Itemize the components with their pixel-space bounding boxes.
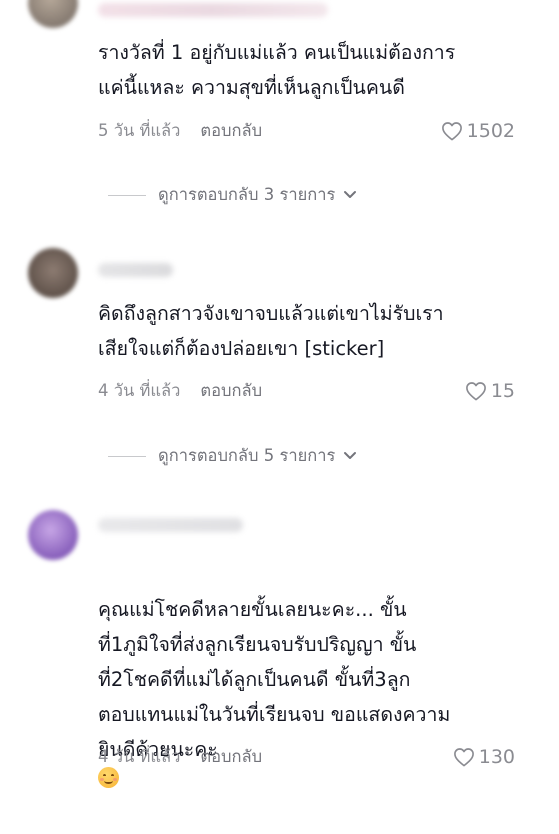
view-replies-label: ดูการตอบกลับ 3 รายการ <box>158 185 336 204</box>
avatar[interactable] <box>28 510 78 560</box>
comment-time: 5 วัน ที่แล้ว <box>98 121 181 140</box>
chevron-down-icon <box>344 191 357 198</box>
comment-text: รางวัลที่ 1 อยู่กับแม่แล้ว คนเป็นแม่ต้อง… <box>98 41 456 99</box>
view-replies-button[interactable]: ดูการตอบกลับ 5 รายการ <box>108 443 357 469</box>
like-button[interactable]: 1502 <box>441 117 515 145</box>
like-count: 15 <box>490 380 515 402</box>
username[interactable] <box>98 518 243 532</box>
heart-outline-icon <box>441 122 462 141</box>
view-replies-button[interactable]: ดูการตอบกลับ 3 รายการ <box>108 182 357 208</box>
comment-text: คิดถึงลูกสาวจังเขาจบแล้วแต่เขาไม่รับเรา … <box>98 302 444 360</box>
comment-meta: 5 วัน ที่แล้ว ตอบกลับ <box>98 117 262 145</box>
view-replies-label: ดูการตอบกลับ 5 รายการ <box>158 446 336 465</box>
comment-meta: 4 วัน ที่แล้ว ตอบกลับ <box>98 377 262 405</box>
reply-button[interactable]: ตอบกลับ <box>200 118 262 144</box>
reply-button[interactable]: ตอบกลับ <box>200 744 262 770</box>
divider-line <box>108 194 146 196</box>
comment-time: 4 วัน ที่แล้ว <box>98 747 181 766</box>
avatar[interactable] <box>28 0 78 28</box>
comment-text-body: คุณแม่โชคดีหลายขั้นเลยนะคะ... ขั้น ที่1ภ… <box>98 598 451 761</box>
like-button[interactable]: 15 <box>465 377 515 405</box>
like-button[interactable]: 130 <box>453 743 515 771</box>
heart-outline-icon <box>453 748 474 767</box>
like-count: 130 <box>478 746 515 768</box>
comment-text: คุณแม่โชคดีหลายขั้นเลยนะคะ... ขั้น ที่1ภ… <box>98 557 528 834</box>
comment-time: 4 วัน ที่แล้ว <box>98 381 181 400</box>
like-count: 1502 <box>466 120 515 142</box>
reply-button[interactable]: ตอบกลับ <box>200 378 262 404</box>
divider-line <box>108 455 146 457</box>
avatar[interactable] <box>28 248 78 298</box>
username[interactable] <box>98 3 328 17</box>
heart-outline-icon <box>465 382 486 401</box>
username[interactable] <box>98 263 173 277</box>
chevron-down-icon <box>344 452 357 459</box>
comment-meta: 4 วัน ที่แล้ว ตอบกลับ <box>98 743 262 771</box>
